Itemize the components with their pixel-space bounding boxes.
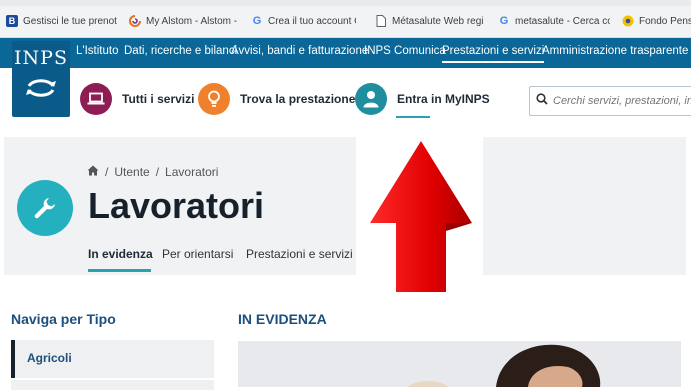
google-g-icon: G	[499, 15, 509, 27]
breadcrumb-separator: /	[105, 165, 109, 179]
trova-prestazione-label: Trova la prestazione	[240, 92, 356, 106]
b-letter-icon: B	[6, 15, 18, 27]
nav-dati-ricerche-bilanci[interactable]: Dati, ricerche e bilanci	[124, 45, 237, 57]
tutti-servizi-button[interactable]: Tutti i servizi	[80, 82, 194, 116]
bookmark-item[interactable]: G metasalute - Cerca co	[498, 13, 610, 29]
laptop-icon	[80, 83, 112, 115]
bookmark-item[interactable]: G Crea il tuo account G	[251, 13, 356, 29]
home-icon[interactable]	[87, 165, 99, 179]
inps-logo[interactable]: INPS	[12, 41, 70, 117]
nav-istituto[interactable]: L'Istituto	[76, 45, 118, 57]
search-box[interactable]	[529, 86, 691, 116]
logo-swirl-icon	[26, 79, 56, 97]
nav-avvisi-bandi[interactable]: Avvisi, bandi e fatturazione	[231, 45, 368, 57]
red-arrow-icon	[370, 141, 472, 292]
lightbulb-icon	[198, 83, 230, 115]
tab-active-underline	[88, 269, 151, 272]
bookmark-item[interactable]: B Gestisci le tue prenot	[6, 13, 119, 29]
bookmark-item[interactable]: My Alstom - Alstom -	[129, 13, 241, 29]
nav-amministrazione-trasparente[interactable]: Amministrazione trasparente	[542, 45, 688, 57]
bookmark-item[interactable]: Fondo Pens	[622, 13, 691, 29]
myinps-button[interactable]: Entra in MyINPS	[355, 82, 490, 116]
myinps-label: Entra in MyINPS	[397, 92, 490, 106]
google-g-icon: G	[252, 15, 262, 27]
page-title: Lavoratori	[88, 185, 265, 226]
document-icon	[375, 15, 387, 27]
nav-prestazioni-servizi[interactable]: Prestazioni e servizi	[442, 45, 545, 63]
user-icon	[355, 83, 387, 115]
breadcrumb-utente[interactable]: Utente	[114, 165, 149, 179]
sidebar-item-agricoli[interactable]: Agricoli	[11, 340, 214, 378]
trova-prestazione-button[interactable]: Trova la prestazione	[198, 82, 355, 116]
search-input[interactable]	[553, 95, 691, 107]
alstom-swirl-icon	[129, 15, 141, 27]
featured-image[interactable]	[238, 341, 681, 387]
bookmarks-bar: B Gestisci le tue prenot My Alstom - Als…	[0, 0, 691, 38]
nav-inps-comunica[interactable]: INPS Comunica	[364, 45, 446, 57]
people-photo-icon	[238, 341, 681, 387]
sidebar-title: Naviga per Tipo	[11, 311, 116, 327]
logo-text: INPS	[14, 47, 68, 69]
breadcrumb-lavoratori: Lavoratori	[165, 165, 219, 179]
tab-in-evidenza[interactable]: In evidenza	[88, 247, 153, 261]
wrench-icon	[17, 180, 73, 236]
browser-toolbar-edge	[0, 0, 691, 6]
breadcrumb: / Utente / Lavoratori	[87, 165, 224, 179]
sidebar-item-partial[interactable]	[11, 380, 214, 390]
bookmark-item[interactable]: Métasalute Web regi	[375, 13, 485, 29]
myinps-active-underline	[396, 116, 430, 118]
tab-prestazioni-servizi[interactable]: Prestazioni e servizi	[246, 247, 353, 261]
tab-per-orientarsi[interactable]: Per orientarsi	[162, 247, 233, 261]
tutti-servizi-label: Tutti i servizi	[122, 92, 195, 106]
section-title: IN EVIDENZA	[238, 311, 327, 327]
search-icon	[536, 92, 548, 110]
sidebar-item-label: Agricoli	[27, 351, 72, 365]
breadcrumb-separator: /	[155, 165, 160, 179]
yellow-dot-icon	[622, 15, 634, 27]
